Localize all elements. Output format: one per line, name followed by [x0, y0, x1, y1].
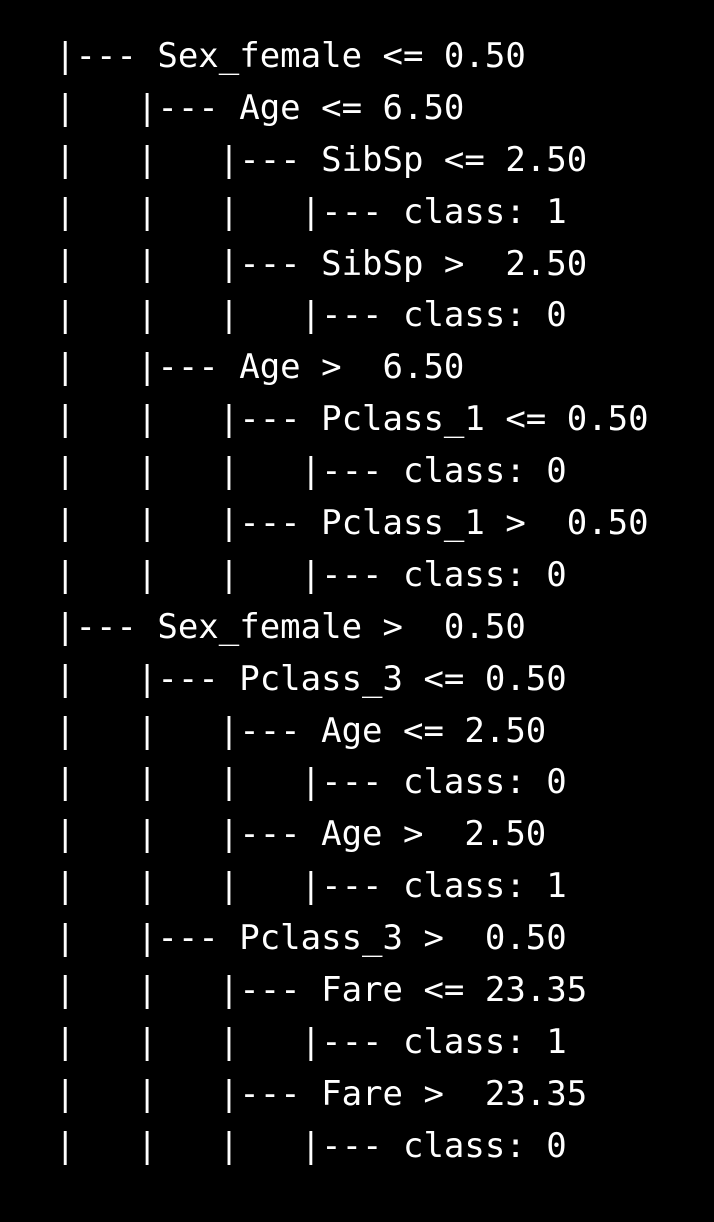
- tree-leaf-line: | | | |--- class: 0: [55, 295, 567, 336]
- tree-split-line: | | |--- Age <= 2.50: [55, 710, 547, 751]
- tree-leaf-line: | | | |--- class: 0: [55, 1125, 567, 1166]
- tree-split-line: | | |--- Pclass_1 <= 0.50: [55, 399, 649, 440]
- tree-split-line: | | |--- Pclass_1 > 0.50: [55, 503, 649, 544]
- terminal-output: |--- Sex_female <= 0.50 | |--- Age <= 6.…: [55, 31, 705, 1173]
- tree-split-line: | | |--- SibSp > 2.50: [55, 243, 588, 284]
- tree-split-line: | |--- Pclass_3 <= 0.50: [55, 658, 567, 699]
- tree-split-line: | | |--- SibSp <= 2.50: [55, 139, 588, 180]
- tree-split-line: | |--- Pclass_3 > 0.50: [55, 918, 567, 959]
- tree-leaf-line: | | | |--- class: 0: [55, 554, 567, 595]
- tree-leaf-line: | | | |--- class: 0: [55, 451, 567, 492]
- tree-split-line: | | |--- Fare <= 23.35: [55, 970, 588, 1011]
- tree-leaf-line: | | | |--- class: 1: [55, 191, 567, 232]
- tree-leaf-line: | | | |--- class: 1: [55, 1021, 567, 1062]
- tree-split-line: |--- Sex_female > 0.50: [55, 606, 526, 647]
- tree-leaf-line: | | | |--- class: 1: [55, 866, 567, 907]
- tree-split-line: | | |--- Age > 2.50: [55, 814, 547, 855]
- tree-split-line: |--- Sex_female <= 0.50: [55, 36, 526, 76]
- tree-split-line: | |--- Age <= 6.50: [55, 87, 465, 128]
- tree-leaf-line: | | | |--- class: 0: [55, 762, 567, 803]
- tree-split-line: | | |--- Fare > 23.35: [55, 1073, 588, 1114]
- tree-split-line: | |--- Age > 6.50: [55, 347, 465, 388]
